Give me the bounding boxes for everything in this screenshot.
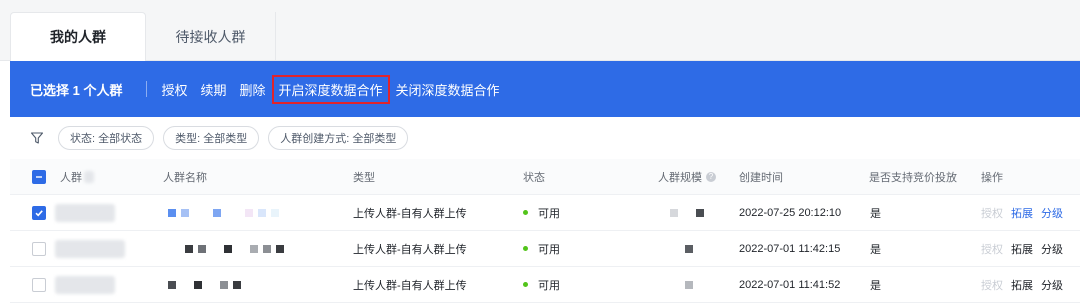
column-header-scale: 人群规模: [658, 171, 702, 184]
type-filter-chip[interactable]: 类型: 全部类型: [163, 126, 260, 150]
selected-count-text: 已选择 1 个人群: [30, 82, 123, 98]
help-icon[interactable]: ?: [706, 171, 716, 182]
column-header-name: 人群名称: [163, 171, 207, 184]
status-dot-icon: [523, 210, 528, 215]
mosaic-block: [220, 280, 228, 289]
status-dot-icon: [523, 282, 528, 287]
mosaic-block: [233, 280, 241, 289]
column-header-type: 类型: [353, 171, 375, 184]
expand-op-button[interactable]: 拓展: [1011, 241, 1033, 257]
mosaic-block: [683, 208, 691, 217]
table-header: 人群 人群名称 类型 状态 人群规模? 创建时间 是否支持竞价投放 操作: [10, 159, 1080, 195]
tab-my-audiences[interactable]: 我的人群: [10, 12, 146, 61]
mosaic-block: [213, 208, 221, 217]
audience-name-link[interactable]: [168, 195, 284, 230]
mosaic-block: [226, 208, 240, 217]
expand-op-button[interactable]: 拓展: [1011, 277, 1033, 293]
bidding-support: 是: [870, 243, 881, 256]
mosaic-block: [237, 244, 245, 253]
disable-deep-data-cooperation-button[interactable]: 关闭深度数据合作: [396, 80, 500, 99]
audience-name-link[interactable]: [168, 267, 246, 302]
bar-divider: [146, 81, 148, 97]
tab-bar: 我的人群 待接收人群: [0, 0, 1080, 61]
authorize-op-button[interactable]: 授权: [981, 277, 1003, 293]
column-header-ops: 操作: [981, 171, 1003, 184]
column-header-created: 创建时间: [739, 171, 783, 184]
mosaic-block: [670, 208, 678, 217]
audience-type: 上传人群-自有人群上传: [353, 243, 467, 256]
blurred-text: [84, 170, 94, 183]
mosaic-block: [168, 208, 176, 217]
table-row[interactable]: 上传人群-自有人群上传 可用 2022-07-01 11:41:52 是 授权 …: [10, 267, 1080, 303]
column-header-status: 状态: [523, 171, 545, 184]
status-dot-icon: [523, 246, 528, 251]
bidding-support: 是: [870, 279, 881, 292]
mosaic-block: [276, 244, 284, 253]
mosaic-block: [263, 244, 271, 253]
grade-op-button[interactable]: 分级: [1041, 277, 1063, 293]
expand-op-button[interactable]: 拓展: [1011, 205, 1033, 221]
blurred-id: [55, 203, 115, 222]
mosaic-block: [181, 208, 189, 217]
filter-icon[interactable]: [30, 131, 44, 145]
row-checkbox[interactable]: [32, 241, 46, 256]
mosaic-block: [207, 280, 215, 289]
enable-deep-data-cooperation-button[interactable]: 开启深度数据合作: [271, 74, 390, 104]
mosaic-block: [685, 244, 693, 253]
mosaic-block: [185, 244, 193, 253]
type-filter-label: 类型: 全部类型: [175, 133, 248, 145]
blurred-id: [55, 239, 125, 258]
mosaic-block: [696, 208, 704, 217]
row-checkbox[interactable]: [32, 205, 46, 220]
mosaic-block: [245, 208, 253, 217]
authorize-op-button[interactable]: 授权: [981, 241, 1003, 257]
grade-op-button[interactable]: 分级: [1041, 241, 1063, 257]
mosaic-block: [258, 208, 266, 217]
authorize-button[interactable]: 授权: [161, 80, 187, 99]
audience-table: 人群 人群名称 类型 状态 人群规模? 创建时间 是否支持竞价投放 操作 上传人…: [10, 159, 1080, 303]
row-checkbox[interactable]: [32, 277, 46, 292]
renew-button[interactable]: 续期: [200, 80, 226, 99]
check-icon: [35, 209, 43, 216]
status-text: 可用: [538, 279, 560, 292]
audience-name-link[interactable]: [185, 231, 289, 266]
mosaic-block: [271, 208, 279, 217]
mosaic-block: [168, 280, 176, 289]
table-row[interactable]: 上传人群-自有人群上传 可用 2022-07-01 11:42:15 是 授权 …: [10, 231, 1080, 267]
mosaic-block: [194, 208, 208, 217]
audience-type: 上传人群-自有人群上传: [353, 279, 467, 292]
column-header-id: 人群: [60, 171, 82, 184]
blurred-id: [55, 275, 115, 294]
created-time: 2022-07-01 11:42:15: [739, 242, 841, 255]
filter-row: 状态: 全部状态 类型: 全部类型 人群创建方式: 全部类型: [10, 117, 1080, 159]
status-text: 可用: [538, 243, 560, 256]
mosaic-block: [181, 280, 189, 289]
creation-method-filter-label: 人群创建方式: 全部类型: [280, 133, 397, 145]
authorize-op-button[interactable]: 授权: [981, 205, 1003, 221]
created-time: 2022-07-25 20:12:10: [739, 206, 842, 219]
mosaic-block: [194, 280, 202, 289]
audience-type: 上传人群-自有人群上传: [353, 207, 467, 220]
minus-icon: [36, 175, 42, 178]
batch-action-bar: 已选择 1 个人群 授权 续期 删除 开启深度数据合作 关闭深度数据合作: [10, 61, 1080, 117]
creation-method-filter-chip[interactable]: 人群创建方式: 全部类型: [268, 126, 409, 150]
mosaic-block: [198, 244, 206, 253]
status-filter-chip[interactable]: 状态: 全部状态: [58, 126, 155, 150]
grade-op-button[interactable]: 分级: [1041, 205, 1063, 221]
bidding-support: 是: [870, 207, 881, 220]
status-filter-label: 状态: 全部状态: [70, 133, 143, 145]
column-header-bidding: 是否支持竞价投放: [869, 171, 957, 184]
select-all-checkbox[interactable]: [32, 169, 46, 184]
delete-button[interactable]: 删除: [240, 80, 266, 99]
mosaic-block: [224, 244, 232, 253]
mosaic-block: [211, 244, 219, 253]
status-text: 可用: [538, 207, 560, 220]
mosaic-block: [250, 244, 258, 253]
tab-pending-audiences[interactable]: 待接收人群: [146, 12, 276, 61]
created-time: 2022-07-01 11:41:52: [739, 278, 841, 291]
mosaic-block: [685, 280, 693, 289]
table-row[interactable]: 上传人群-自有人群上传 可用 2022-07-25 20:12:10 是 授权 …: [10, 195, 1080, 231]
